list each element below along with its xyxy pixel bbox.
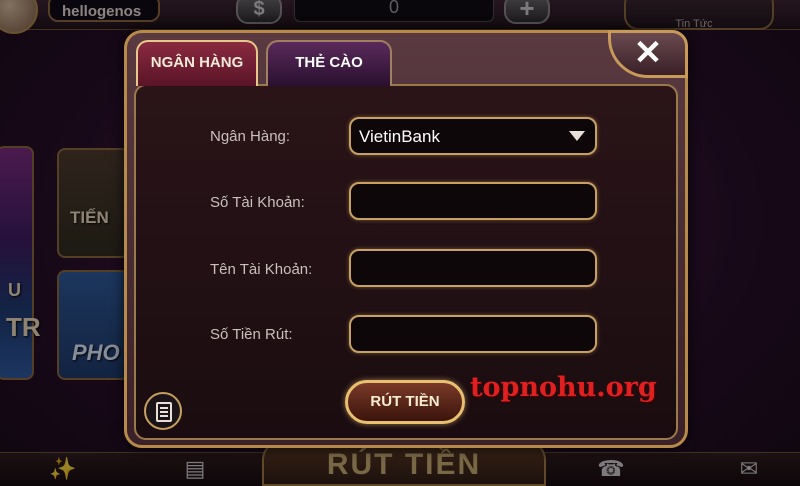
bank-select[interactable]: VietinBank — [349, 117, 597, 155]
account-number-input[interactable] — [349, 182, 597, 220]
tab-bank[interactable]: NGÂN HÀNG — [136, 40, 258, 86]
dropdown-arrow-icon — [569, 131, 585, 141]
history-button[interactable] — [144, 392, 182, 430]
history-icon — [156, 402, 172, 422]
amount-label: Số Tiền Rút: — [210, 326, 293, 343]
amount-input[interactable] — [349, 315, 597, 353]
account-name-label: Tên Tài Khoản: — [210, 261, 313, 278]
bank-select-value: VietinBank — [359, 127, 440, 146]
close-icon: ✕ — [633, 34, 663, 72]
account-name-input[interactable] — [349, 249, 597, 287]
account-number-label: Số Tài Khoản: — [210, 194, 305, 211]
tab-scratch-card[interactable]: THẺ CÀO — [266, 40, 392, 86]
watermark: topnohu.org — [470, 372, 657, 403]
bank-label: Ngân Hàng: — [210, 128, 291, 145]
withdraw-button[interactable]: RÚT TIỀN — [345, 380, 465, 424]
